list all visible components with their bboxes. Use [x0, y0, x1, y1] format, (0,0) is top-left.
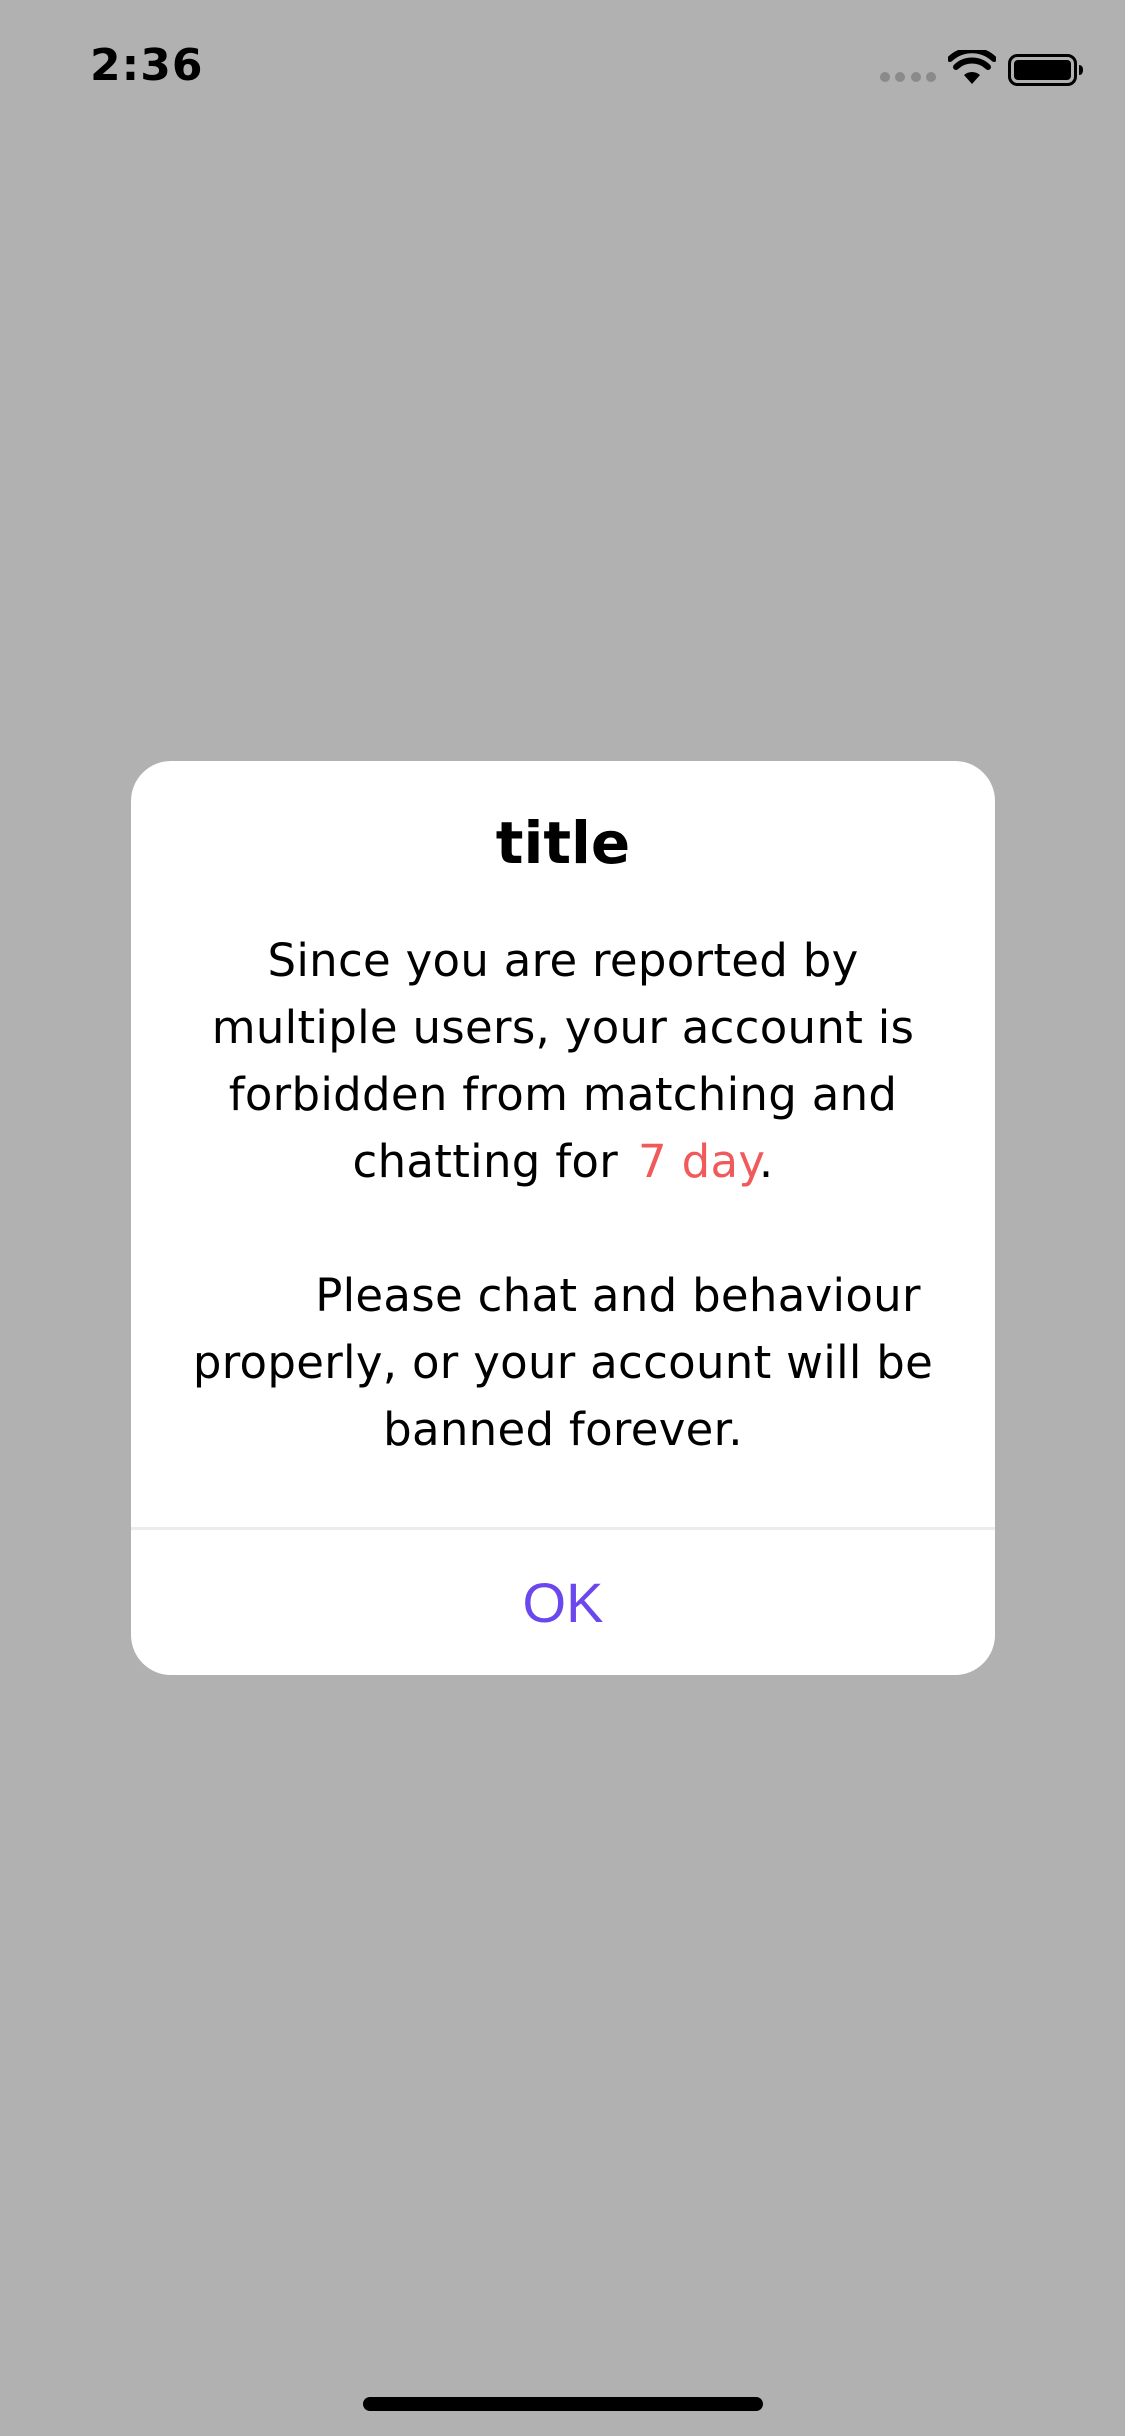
warning-paragraph: Please chat and behaviour properly, or y… — [171, 1262, 955, 1463]
signal-dots-icon — [880, 72, 936, 84]
ok-button[interactable]: OK — [131, 1530, 995, 1675]
dialog-title: title — [495, 809, 631, 877]
ban-notice-period: . — [758, 1135, 774, 1188]
wifi-icon — [948, 50, 996, 84]
ban-notice-text: Since you are reported by multiple users… — [211, 934, 915, 1188]
report-ban-dialog: title Since you are reported by multiple… — [131, 761, 995, 1675]
status-time: 2:36 — [90, 40, 204, 91]
warning-text: Please chat and behaviour properly, or y… — [192, 1269, 934, 1456]
dialog-message: Since you are reported by multiple users… — [171, 927, 955, 1463]
home-indicator[interactable] — [363, 2397, 763, 2411]
battery-icon — [1008, 54, 1083, 86]
status-bar: 2:36 — [0, 0, 1125, 140]
ban-duration-highlight: 7 day — [638, 1135, 759, 1188]
ban-notice-paragraph: Since you are reported by multiple users… — [171, 927, 955, 1195]
